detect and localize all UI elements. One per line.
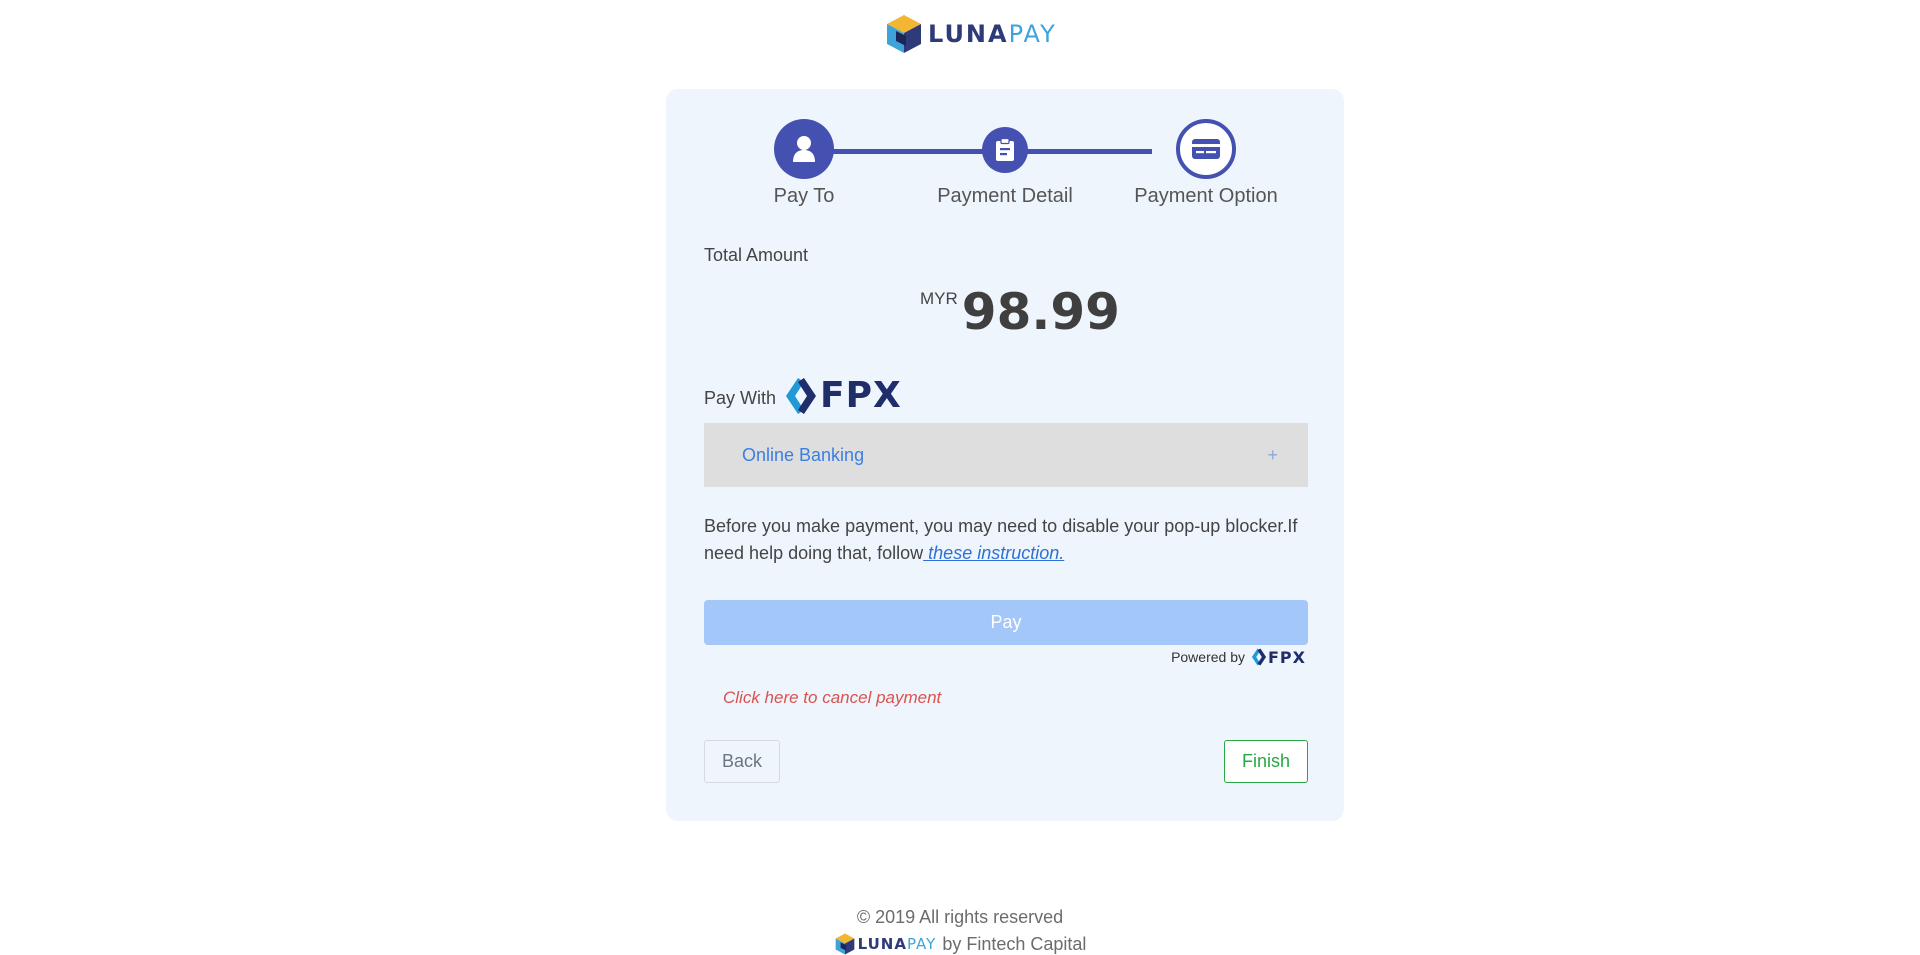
online-banking-label: Online Banking: [742, 444, 865, 465]
pay-with-label: Pay With: [704, 388, 777, 408]
finish-button[interactable]: Finish: [1224, 740, 1308, 783]
powered-by-label: Powered by: [1171, 649, 1245, 665]
popup-blocker-notice: Before you make payment, you may need to…: [704, 513, 1308, 567]
step-label-pay-to: Pay To: [773, 185, 835, 207]
lunapay-cube-small-icon: [835, 933, 854, 955]
step-pay-to: [774, 119, 834, 179]
progress-stepper: Pay To Payment Detail Payment Option: [666, 89, 1344, 219]
amount-value: 98.99: [961, 283, 1120, 341]
step-label-payment-detail: Payment Detail: [937, 185, 1073, 207]
footer-brand: LUNAPAY by Fintech Capital: [0, 932, 1920, 955]
online-banking-accordion[interactable]: Online Banking +: [704, 423, 1308, 487]
expand-plus-icon[interactable]: +: [1267, 445, 1278, 466]
footer-byline: by Fintech Capital: [942, 933, 1087, 954]
fpx-logo: FPX: [784, 375, 902, 416]
footer-brand-pay: PAY: [906, 935, 937, 953]
cancel-payment-link[interactable]: Click here to cancel payment: [723, 688, 941, 708]
pay-with-row: Pay With FPX: [704, 375, 902, 416]
fpx-wordmark: FPX: [820, 375, 902, 416]
instruction-link[interactable]: these instruction.: [923, 543, 1064, 563]
brand-wordmark: LUNAPAY: [928, 20, 1057, 48]
fpx-mark-icon: [786, 377, 817, 414]
currency-code: MYR: [920, 289, 958, 308]
fpx-small-wordmark: FPX: [1268, 647, 1306, 667]
back-button[interactable]: Back: [704, 740, 780, 783]
step-payment-detail: [982, 127, 1028, 173]
brand-name-luna: LUNA: [928, 20, 1009, 48]
stepper-track: [804, 149, 1152, 154]
footer-brand-luna: LUNA: [857, 935, 907, 953]
fpx-small-logo: FPX: [1251, 647, 1306, 667]
brand-name-pay: PAY: [1008, 20, 1057, 48]
lunapay-cube-icon: [887, 15, 921, 53]
step-payment-option: [1176, 119, 1236, 179]
clipboard-icon: [996, 138, 1014, 161]
amount-display: MYR 98.99: [920, 284, 1120, 340]
user-icon: [793, 136, 815, 162]
total-amount-label: Total Amount: [704, 245, 809, 265]
footer-wordmark: LUNAPAY: [858, 935, 937, 953]
step-label-payment-option: Payment Option: [1134, 185, 1278, 207]
footer-copyright: © 2019 All rights reserved: [856, 907, 1064, 927]
payment-card: Pay To Payment Detail Payment Option Tot…: [666, 89, 1344, 821]
credit-card-icon: [1192, 139, 1220, 159]
footer-logo: LUNAPAY: [834, 932, 937, 955]
payment-page: LUNAPAY Pay To Payment Detail Payment Op…: [0, 0, 1920, 955]
pay-button[interactable]: Pay: [704, 600, 1308, 645]
fpx-small-mark-icon: [1251, 648, 1267, 666]
powered-by-fpx: Powered by FPX: [1171, 647, 1306, 667]
header-logo: LUNAPAY: [884, 13, 1057, 55]
